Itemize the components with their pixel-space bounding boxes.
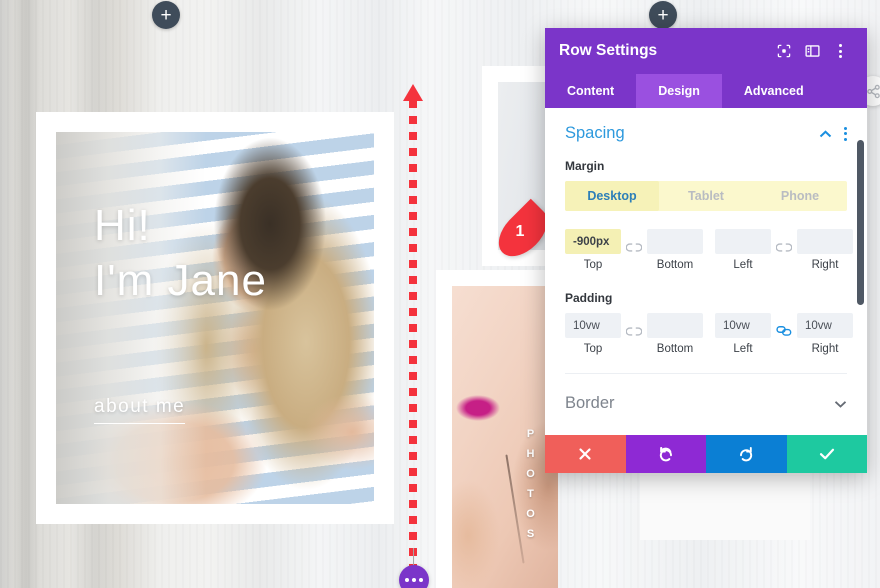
padding-right-caption: Right bbox=[811, 343, 839, 355]
padding-left-caption: Left bbox=[733, 343, 753, 355]
annotation-pin-1: 1 bbox=[489, 198, 557, 266]
padding-label: Padding bbox=[565, 291, 613, 305]
padding-top-input[interactable]: 10vw bbox=[565, 313, 621, 338]
device-tab-desktop[interactable]: Desktop bbox=[565, 181, 659, 211]
padding-right-input[interactable]: 10vw bbox=[797, 313, 853, 338]
panel-body: Spacing Margin Desktop Tablet Phone -900… bbox=[545, 108, 867, 435]
margin-right-caption: Right bbox=[811, 259, 839, 271]
photos-label-letter: P bbox=[526, 428, 536, 440]
margin-device-toggle: Desktop Tablet Phone bbox=[565, 181, 847, 211]
chain-broken-icon[interactable] bbox=[621, 238, 647, 263]
add-row-button-left[interactable]: + bbox=[152, 1, 180, 29]
tab-content[interactable]: Content bbox=[545, 74, 636, 108]
border-section-title: Border bbox=[565, 394, 615, 412]
margin-bottom-caption: Bottom bbox=[656, 259, 694, 271]
photos-section-photo bbox=[452, 286, 558, 588]
margin-fields: -900px Top Bottom Left Right bbox=[565, 229, 853, 271]
device-tab-phone[interactable]: Phone bbox=[753, 181, 847, 211]
chain-linked-icon[interactable] bbox=[771, 322, 797, 347]
chain-broken-icon[interactable] bbox=[771, 238, 797, 263]
redo-button[interactable] bbox=[706, 435, 787, 473]
chain-broken-icon[interactable] bbox=[621, 322, 647, 347]
margin-bottom-input[interactable] bbox=[647, 229, 703, 254]
row-settings-panel: Row Settings Content Design Advanced Spa… bbox=[545, 28, 867, 473]
margin-left-caption: Left bbox=[733, 259, 753, 271]
hero-heading-line-2: I'm Jane bbox=[94, 256, 267, 306]
spacing-options-icon[interactable] bbox=[844, 126, 847, 141]
about-me-link[interactable]: about me bbox=[94, 396, 186, 424]
undo-button[interactable] bbox=[625, 435, 706, 473]
photos-label-letter: T bbox=[527, 488, 535, 500]
margin-label: Margin bbox=[565, 159, 605, 173]
hero-photo bbox=[56, 132, 374, 504]
photos-label-letter: H bbox=[526, 448, 536, 460]
panel-title: Row Settings bbox=[559, 42, 658, 59]
panel-action-bar bbox=[545, 435, 867, 473]
dot bbox=[412, 578, 416, 582]
photos-vertical-label: PHOTOS bbox=[524, 424, 538, 544]
padding-bottom-caption: Bottom bbox=[656, 343, 694, 355]
close-button[interactable] bbox=[545, 435, 626, 473]
photos-label-letter: O bbox=[526, 468, 536, 480]
margin-right-input[interactable] bbox=[797, 229, 853, 254]
dot bbox=[419, 578, 423, 582]
tab-design[interactable]: Design bbox=[636, 74, 722, 108]
chevron-up-icon[interactable] bbox=[819, 127, 832, 140]
padding-bottom-input[interactable] bbox=[647, 313, 703, 338]
device-tab-tablet[interactable]: Tablet bbox=[659, 181, 753, 211]
panel-header: Row Settings bbox=[545, 28, 867, 74]
margin-top-caption: Top bbox=[583, 259, 603, 271]
app-canvas: Hi! I'm Jane about me PHOTOS + + 1 Row S… bbox=[0, 0, 880, 588]
focus-target-icon[interactable] bbox=[771, 38, 797, 64]
save-button[interactable] bbox=[786, 435, 867, 473]
margin-top-input[interactable]: -900px bbox=[565, 229, 621, 254]
measurement-dotted-line bbox=[409, 100, 417, 588]
padding-left-input[interactable]: 10vw bbox=[715, 313, 771, 338]
margin-left-input[interactable] bbox=[715, 229, 771, 254]
spacing-section-header: Spacing bbox=[565, 124, 847, 143]
photos-label-letter: S bbox=[526, 528, 536, 540]
more-options-icon[interactable] bbox=[827, 38, 853, 64]
panel-tabs: Content Design Advanced bbox=[545, 74, 867, 108]
hero-heading-line-1: Hi! bbox=[94, 201, 151, 250]
panel-scrollbar[interactable] bbox=[857, 140, 864, 305]
pin-number: 1 bbox=[515, 223, 525, 240]
photos-label-letter: O bbox=[526, 508, 536, 520]
padding-fields: 10vw Top Bottom 10vw Left 10vw Right bbox=[565, 313, 853, 355]
spacing-section-title: Spacing bbox=[565, 124, 625, 142]
measurement-arrow-head-icon bbox=[403, 84, 423, 101]
hero-heading: Hi! I'm Jane bbox=[94, 198, 267, 309]
border-section-header[interactable]: Border bbox=[565, 374, 847, 413]
module-options-button[interactable] bbox=[399, 565, 429, 588]
chevron-down-icon[interactable] bbox=[834, 396, 847, 411]
layout-panel-icon[interactable] bbox=[799, 38, 825, 64]
add-row-button-right[interactable]: + bbox=[649, 1, 677, 29]
padding-top-caption: Top bbox=[583, 343, 603, 355]
dot bbox=[405, 578, 409, 582]
tab-advanced[interactable]: Advanced bbox=[722, 74, 826, 108]
